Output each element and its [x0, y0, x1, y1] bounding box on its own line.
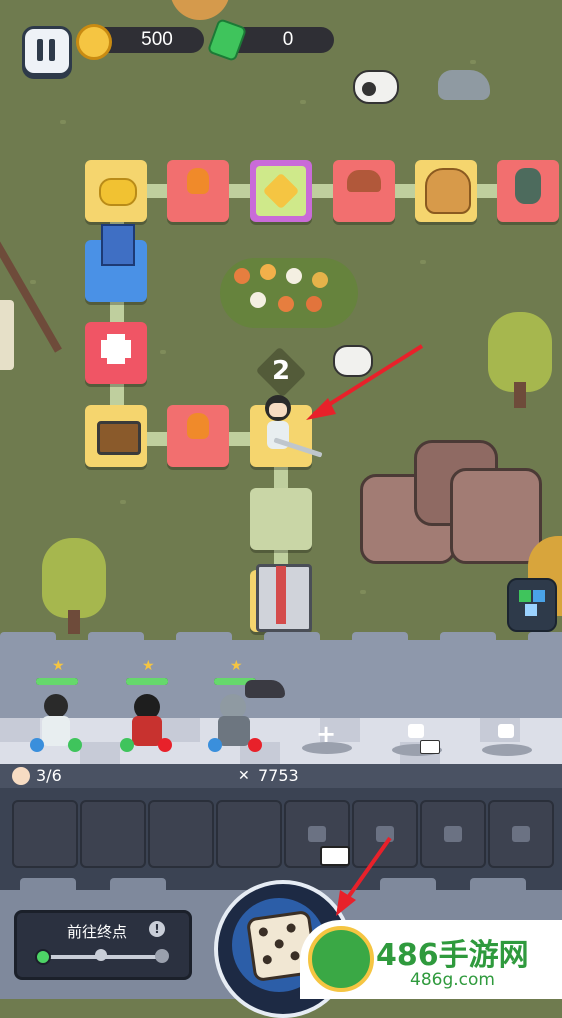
pointer-arrow-icon — [336, 836, 392, 916]
lock-icon — [498, 724, 514, 738]
star-icon: ★ — [230, 658, 243, 674]
tree-icon — [42, 538, 106, 638]
enemy-tile — [167, 160, 229, 222]
nature-element-icon — [120, 738, 134, 752]
lock-icon — [512, 826, 530, 842]
watermark-url: 486g.com — [410, 970, 495, 990]
face-icon — [12, 767, 30, 785]
fortress-tile — [250, 564, 312, 632]
hero-slot[interactable]: ★ — [120, 658, 176, 758]
chest-tile — [85, 405, 147, 467]
lock-icon — [308, 826, 326, 842]
gem-shield-icon[interactable] — [507, 578, 557, 632]
banner-castle-tile — [85, 224, 147, 302]
route-progress-panel[interactable]: 前往终点 ! — [14, 910, 192, 980]
enemy-tile — [333, 160, 395, 222]
hero-slot[interactable]: ★ — [30, 658, 86, 758]
fire-imp-icon — [187, 413, 209, 439]
gold-coin-icon — [76, 24, 112, 60]
flower-bush — [220, 258, 358, 328]
banner-icon — [101, 224, 135, 266]
crow-icon — [245, 680, 285, 698]
pointer-arrow-icon — [306, 344, 424, 420]
water-element-icon — [208, 738, 222, 752]
class-icon — [248, 738, 262, 752]
locked-inventory-slot[interactable] — [420, 800, 486, 868]
inventory-slot[interactable] — [148, 800, 214, 868]
enemy-tile — [167, 405, 229, 467]
locked-inventory-slot[interactable] — [488, 800, 554, 868]
goblin-icon — [515, 168, 541, 204]
bat-icon — [347, 170, 381, 192]
inventory-slot[interactable] — [80, 800, 146, 868]
windmill-icon — [0, 236, 62, 380]
move-tile — [250, 160, 312, 222]
enemy-tile — [497, 160, 559, 222]
gold-bag-icon — [425, 168, 471, 214]
hero-slot[interactable]: ★ — [208, 658, 268, 758]
watermark: 486手游网 486g.com — [300, 920, 562, 999]
skull-icon — [155, 949, 169, 963]
water-element-icon — [30, 738, 44, 752]
treasure-tile — [415, 160, 477, 222]
inventory-slot[interactable] — [216, 800, 282, 868]
rock-icon — [438, 70, 490, 100]
progress-marker — [95, 949, 107, 961]
pause-button[interactable] — [22, 26, 72, 76]
gem-amount: 0 — [282, 29, 294, 50]
empty-tile — [250, 488, 312, 550]
plus-icon: + — [316, 720, 337, 748]
locked-hero-slot-ad[interactable] — [392, 722, 442, 758]
star-icon: ★ — [52, 658, 65, 674]
gold-tile — [85, 160, 147, 222]
lock-icon — [408, 724, 424, 738]
treasure-chest-icon — [97, 421, 141, 455]
tree-icon — [488, 312, 552, 412]
power-icon: ✕ — [238, 768, 250, 784]
heal-tile — [85, 322, 147, 384]
lock-icon — [444, 826, 462, 842]
progress-start — [35, 949, 51, 965]
pause-icon — [37, 39, 43, 61]
steps-remaining: 2 — [271, 356, 291, 386]
power-value: 7753 — [258, 766, 299, 785]
watermark-logo — [308, 926, 374, 992]
gold-pile-icon — [99, 178, 137, 206]
star-icon: ★ — [142, 658, 155, 674]
progress-label: 前往终点 — [67, 923, 128, 941]
locked-hero-slot[interactable] — [482, 722, 532, 758]
gold-amount: 500 — [141, 29, 173, 50]
sheep-head — [362, 82, 376, 96]
watermark-brand: 486手游网 — [376, 938, 529, 973]
fire-imp-icon — [187, 168, 209, 194]
population-bar: 3/6 ✕ 7753 — [0, 764, 562, 788]
sheep-icon — [353, 70, 399, 104]
video-ad-icon — [420, 740, 440, 754]
boulder-icon — [360, 440, 542, 564]
inventory-slot[interactable] — [12, 800, 78, 868]
population-count: 3/6 — [36, 766, 62, 785]
class-icon — [158, 738, 172, 752]
tree-icon — [170, 0, 230, 20]
add-hero-slot[interactable]: + — [302, 722, 352, 756]
class-icon — [68, 738, 82, 752]
game-board: 2 — [0, 0, 562, 640]
info-icon[interactable]: ! — [149, 921, 165, 937]
